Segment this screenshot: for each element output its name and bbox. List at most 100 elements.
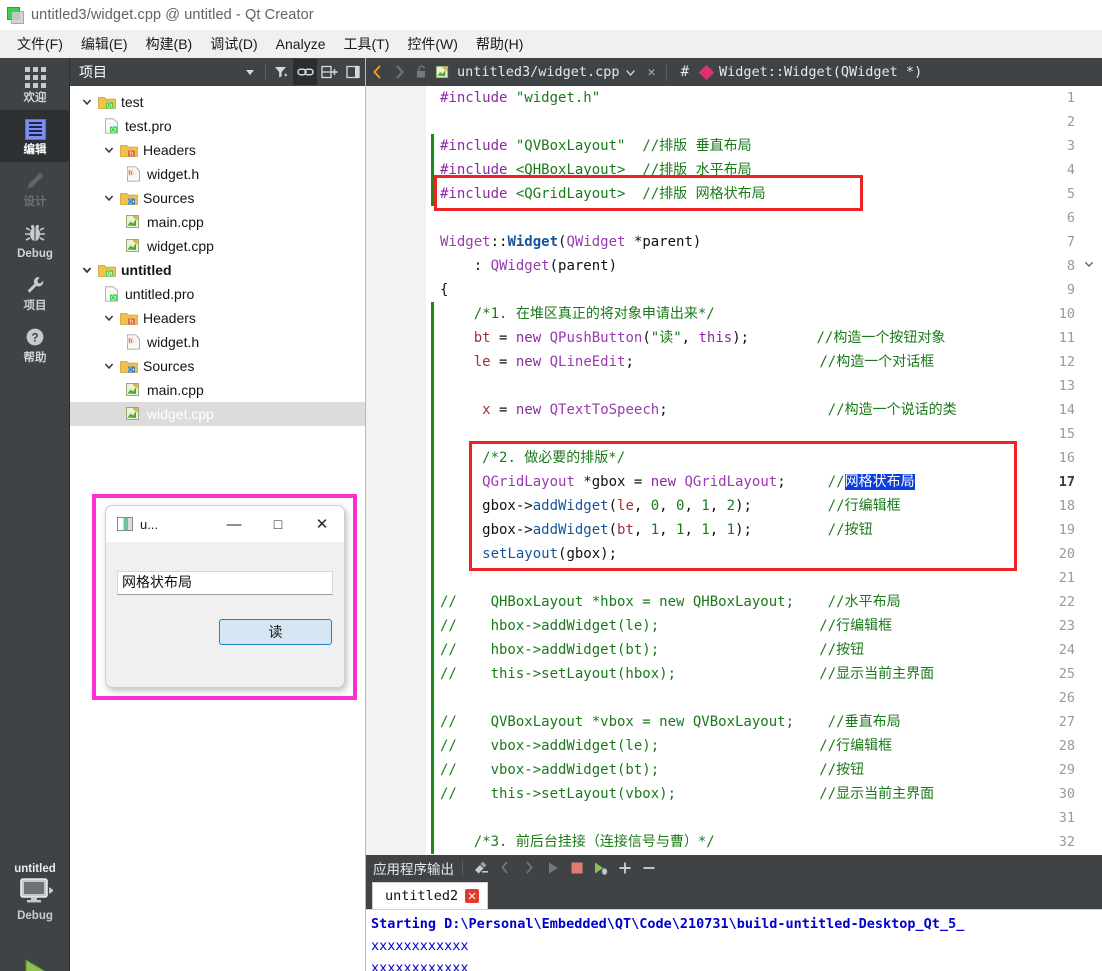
tree-item-untitled-widget-h[interactable]: h widget.h bbox=[70, 330, 365, 354]
current-symbol[interactable]: Widget::Widget(QWidget *) bbox=[719, 64, 922, 80]
tree-item-untitled-sources[interactable]: C+ Sources bbox=[70, 354, 365, 378]
menu-analyze[interactable]: Analyze bbox=[267, 33, 335, 55]
run-button[interactable] bbox=[0, 948, 70, 971]
link-with-editor-icon[interactable] bbox=[293, 59, 317, 85]
editor-filename[interactable]: untitled3/widget.cpp bbox=[457, 64, 620, 80]
menu-file[interactable]: 文件(F) bbox=[8, 31, 72, 57]
tree-label: Sources bbox=[143, 190, 195, 206]
tree-label: widget.cpp bbox=[147, 238, 214, 254]
tree-item-test-main-cpp[interactable]: main.cpp bbox=[70, 210, 365, 234]
chevron-down-icon[interactable] bbox=[620, 59, 642, 85]
add-split-icon[interactable] bbox=[317, 59, 341, 85]
code-line-7: Widget::Widget(QWidget *parent) bbox=[440, 234, 702, 250]
collapse-sidebar-icon[interactable] bbox=[341, 59, 365, 85]
kit-selector[interactable]: untitled Debug bbox=[0, 863, 70, 922]
close-button[interactable]: ✕ bbox=[300, 506, 344, 542]
tree-item-test-headers[interactable]: h Headers bbox=[70, 138, 365, 162]
filter-dropdown-icon[interactable] bbox=[238, 59, 262, 85]
tree-item-untitled[interactable]: Qt untitled bbox=[70, 258, 365, 282]
pro-file-icon: Qt bbox=[100, 118, 122, 134]
maximize-button[interactable]: □ bbox=[256, 506, 300, 542]
back-icon[interactable] bbox=[366, 59, 388, 85]
svg-text:h: h bbox=[128, 339, 131, 345]
app-read-button[interactable]: 读 bbox=[219, 619, 332, 645]
code-line-23: // hbox->addWidget(le); //行编辑框 bbox=[440, 618, 893, 634]
running-app-window[interactable]: u... — □ ✕ 网格状布局 读 bbox=[105, 505, 345, 688]
project-panel-title: 项目 bbox=[79, 64, 107, 80]
change-marker bbox=[431, 686, 434, 854]
menu-bar: 文件(F) 编辑(E) 构建(B) 调试(D) Analyze 工具(T) 控件… bbox=[0, 30, 1102, 58]
run-output-icon[interactable] bbox=[541, 856, 565, 880]
chevron-down-icon[interactable] bbox=[78, 265, 96, 275]
attach-debugger-icon[interactable] bbox=[589, 856, 613, 880]
tree-item-test-pro[interactable]: Qt test.pro bbox=[70, 114, 365, 138]
forward-icon[interactable] bbox=[388, 59, 410, 85]
output-line: xxxxxxxxxxxx bbox=[371, 960, 469, 971]
svg-text:?: ? bbox=[31, 333, 38, 345]
output-line: Starting D:\Personal\Embedded\QT\Code\21… bbox=[371, 916, 965, 932]
zoom-in-icon[interactable] bbox=[613, 856, 637, 880]
chevron-down-icon[interactable] bbox=[100, 313, 118, 323]
menu-debug[interactable]: 调试(D) bbox=[201, 31, 266, 57]
tree-item-untitled-widget-cpp[interactable]: widget.cpp bbox=[70, 402, 365, 426]
mode-welcome[interactable]: 欢迎 bbox=[0, 58, 70, 110]
tree-label: main.cpp bbox=[147, 382, 204, 398]
mode-edit-label: 编辑 bbox=[23, 143, 47, 156]
tree-item-untitled-headers[interactable]: h Headers bbox=[70, 306, 365, 330]
tree-label: Headers bbox=[143, 310, 196, 326]
pro-file-icon: Qt bbox=[100, 286, 122, 302]
code-line-11: bt = new QPushButton("读", this); //构造一个按… bbox=[473, 330, 946, 346]
running-app-title: u... bbox=[140, 516, 159, 532]
app-window-icon bbox=[117, 517, 133, 531]
tree-item-test-widget-cpp[interactable]: widget.cpp bbox=[70, 234, 365, 258]
clear-output-icon[interactable] bbox=[469, 856, 493, 880]
output-tab-untitled2[interactable]: untitled2 ✕ bbox=[372, 882, 489, 909]
menu-tools[interactable]: 工具(T) bbox=[334, 31, 398, 57]
tree-item-test-sources[interactable]: C+ Sources bbox=[70, 186, 365, 210]
filter-icon[interactable] bbox=[269, 59, 293, 85]
code-lines[interactable]: #include "widget.h" #include "QVBoxLayou… bbox=[440, 86, 1102, 855]
output-text[interactable]: Starting D:\Personal\Embedded\QT\Code\21… bbox=[366, 909, 1102, 971]
mode-edit[interactable]: 编辑 bbox=[0, 110, 70, 162]
app-line-edit[interactable]: 网格状布局 bbox=[117, 571, 333, 595]
svg-text:h: h bbox=[130, 151, 133, 157]
change-marker bbox=[431, 302, 434, 686]
tree-item-untitled-pro[interactable]: Qt untitled.pro bbox=[70, 282, 365, 306]
menu-build[interactable]: 构建(B) bbox=[137, 31, 202, 57]
mode-help-label: 帮助 bbox=[23, 351, 47, 364]
menu-help[interactable]: 帮助(H) bbox=[467, 31, 532, 57]
chevron-down-icon[interactable] bbox=[78, 97, 96, 107]
mode-projects[interactable]: 项目 bbox=[0, 266, 70, 318]
svg-text:Qt: Qt bbox=[107, 271, 113, 277]
code-line-8: : QWidget(parent) bbox=[440, 258, 618, 274]
menu-window[interactable]: 控件(W) bbox=[398, 31, 467, 57]
code-line-19: gbox->addWidget(bt, 1, 1, 1, 1); //按钮 bbox=[440, 522, 873, 538]
unlocked-icon[interactable] bbox=[410, 59, 432, 85]
chevron-down-icon[interactable] bbox=[100, 145, 118, 155]
headers-folder-icon: h bbox=[118, 143, 140, 158]
zoom-out-icon[interactable] bbox=[637, 856, 661, 880]
close-editor-icon[interactable]: ✕ bbox=[642, 59, 662, 85]
chevron-down-icon[interactable] bbox=[100, 193, 118, 203]
mode-help[interactable]: ? 帮助 bbox=[0, 318, 70, 370]
tree-item-test[interactable]: Qt test bbox=[70, 90, 365, 114]
wrench-icon bbox=[24, 273, 46, 298]
chevron-down-icon[interactable] bbox=[100, 361, 118, 371]
close-icon[interactable]: ✕ bbox=[465, 889, 480, 903]
tree-label: test bbox=[121, 94, 144, 110]
line-column-indicator[interactable]: # bbox=[671, 64, 699, 80]
tree-item-untitled-main-cpp[interactable]: main.cpp bbox=[70, 378, 365, 402]
minimize-button[interactable]: — bbox=[212, 506, 256, 542]
next-item-icon[interactable] bbox=[517, 856, 541, 880]
stop-icon[interactable] bbox=[565, 856, 589, 880]
qt-creator-window: untitled3/widget.cpp @ untitled - Qt Cre… bbox=[0, 0, 1102, 971]
menu-edit[interactable]: 编辑(E) bbox=[72, 31, 137, 57]
mode-debug[interactable]: Debug bbox=[0, 214, 70, 266]
tree-item-test-widget-h[interactable]: h widget.h bbox=[70, 162, 365, 186]
prev-item-icon[interactable] bbox=[493, 856, 517, 880]
code-view[interactable]: 1 2 3 4 5 6 7 8 9 10 11 12 13 14 15 16 1… bbox=[366, 86, 1102, 855]
kit-build-config: Debug bbox=[17, 910, 53, 922]
